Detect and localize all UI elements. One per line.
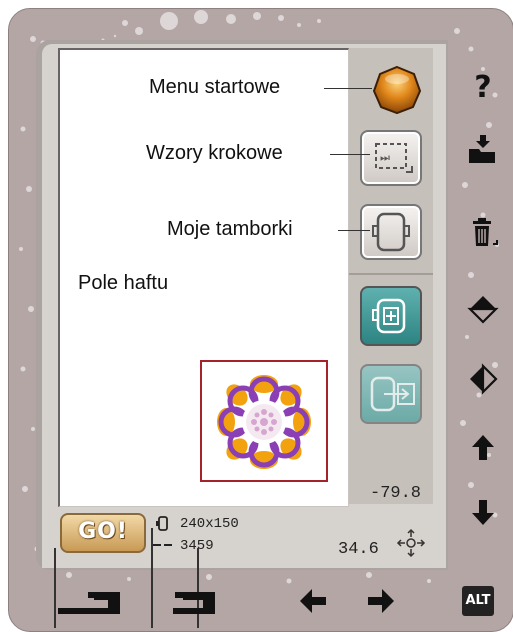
my-hoops-button[interactable] [360,204,422,260]
stitch-count-icon [153,544,172,546]
callout-stitch-patterns: Wzory krokowe [146,142,283,164]
callout-start-menu: Menu startowe [149,76,281,98]
help-icon: ? [474,69,492,105]
hoop-move-icon [370,376,415,412]
go-button[interactable]: GO! [60,513,146,553]
vertical-mirror-icon [467,296,499,324]
sewing-machine-screen: Pole haftu ⏭ Menu startowe Wzory krokowe… [0,0,513,632]
side-panel [349,48,433,504]
hoop-move-button[interactable] [360,364,422,424]
arrow-down-icon [472,500,494,525]
embroidery-field-label: Pole haftu [78,272,169,294]
stitch-patterns-icon: ⏭ [375,143,413,173]
hoop-size-text: 240x150 [180,516,239,532]
coord-x-readout: 34.6 [338,540,379,559]
hoop-plus-icon [372,298,406,334]
mirror-vertical-button[interactable] [466,292,500,326]
move-up-button[interactable] [466,430,500,464]
hoop-icon [372,212,410,252]
delete-button[interactable] [466,216,500,250]
hoop-position-button[interactable] [360,286,422,346]
embroidery-mode-icon[interactable] [162,590,226,616]
side-panel-divider [349,273,433,275]
move-down-button[interactable] [466,496,500,530]
sewing-mode-icon[interactable] [58,590,122,616]
arrow-left-button[interactable] [296,584,330,618]
coord-y-readout: -79.8 [370,484,422,503]
move-crosshair-icon[interactable] [396,528,426,558]
reference-line-2 [151,528,153,628]
callout-my-hoops: Moje tamborki [167,218,293,240]
load-button[interactable] [466,132,500,166]
arrow-right-button[interactable] [364,584,398,618]
arrow-up-icon [472,435,494,460]
leader-stitch-patterns [330,154,370,155]
trash-icon [473,218,498,246]
reference-line-3 [197,548,199,628]
leader-start-menu [324,88,372,89]
hoop-size-icon [156,516,168,531]
alt-button[interactable]: ALT [462,586,494,616]
help-button[interactable]: ? [466,69,500,105]
mirror-horizontal-button[interactable] [466,362,500,396]
start-menu-button[interactable] [372,65,422,115]
horizontal-mirror-icon [470,363,498,395]
reference-line-1 [54,548,56,628]
stitch-patterns-button[interactable]: ⏭ [360,130,422,186]
folder-load-icon [469,135,495,163]
svg-text:⏭: ⏭ [380,151,390,164]
embroidery-design[interactable] [200,360,328,482]
leader-my-hoops [338,230,370,231]
